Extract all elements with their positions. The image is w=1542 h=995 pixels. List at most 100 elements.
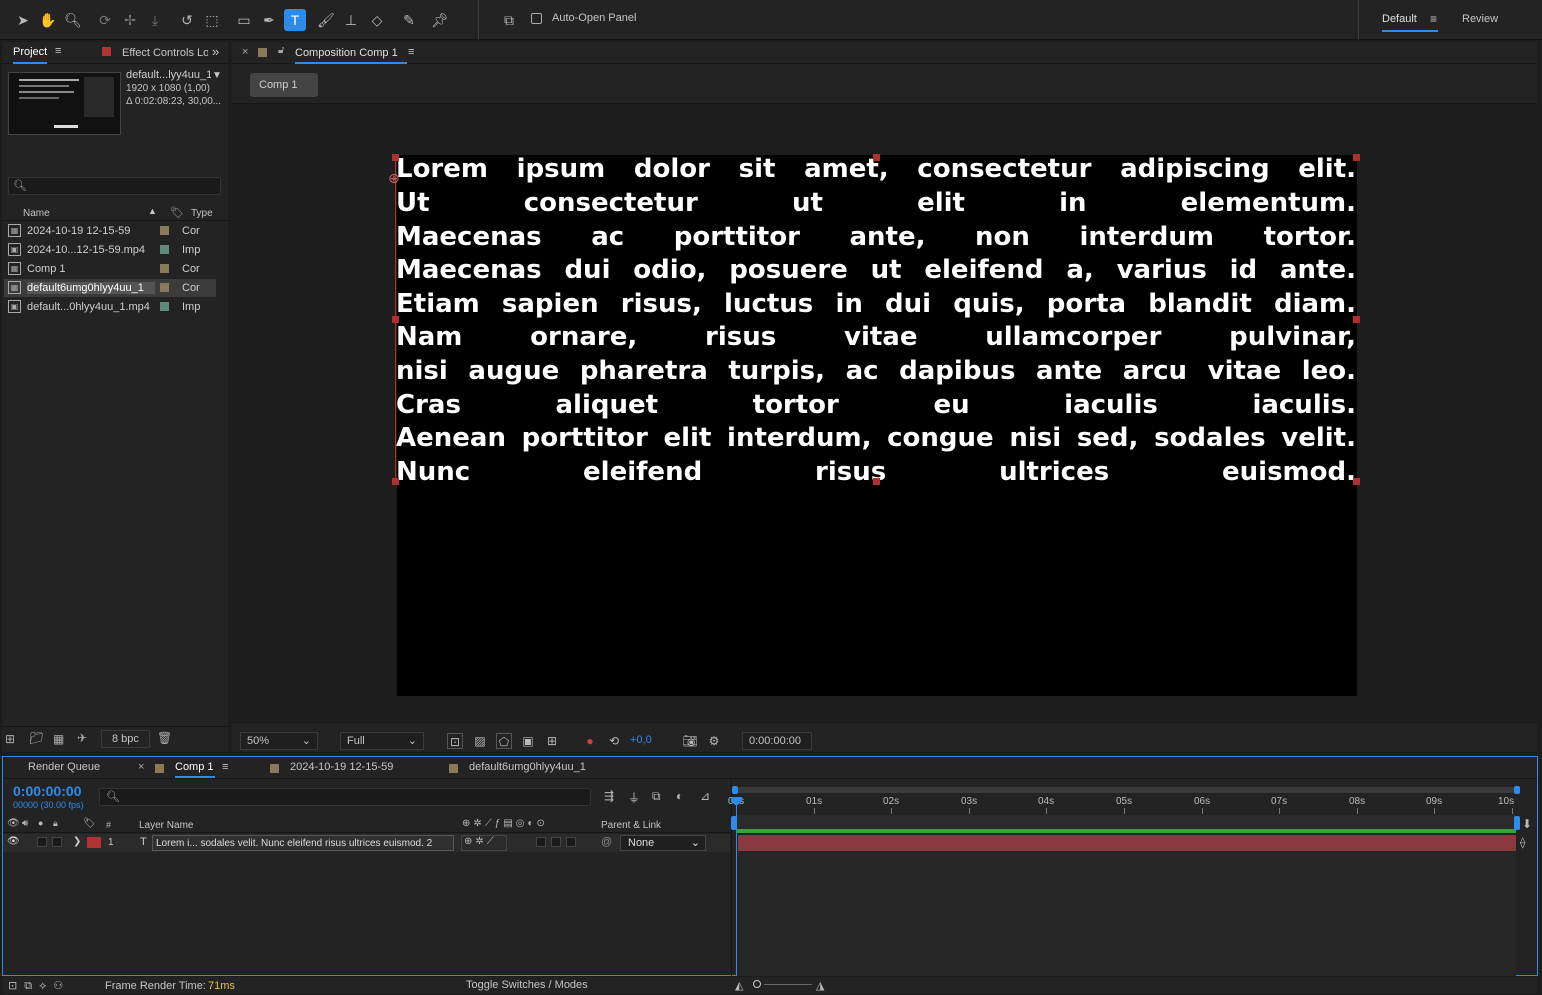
panel-options-icon[interactable]: ⧉ <box>498 9 520 31</box>
current-time-indicator[interactable] <box>736 800 737 976</box>
frame-blending-icon[interactable]: ◐ <box>676 789 683 803</box>
rectangle-tool-icon[interactable]: ▭ <box>233 9 255 31</box>
viewer-timecode[interactable]: 0:00:00:00 <box>742 732 812 750</box>
layer-switch-box[interactable] <box>551 837 561 847</box>
reset-exposure-icon[interactable]: ⟲ <box>606 733 622 749</box>
breadcrumb-comp1[interactable]: Comp 1 <box>250 73 318 97</box>
resolution-dropdown[interactable]: Full ⌄ <box>340 732 424 750</box>
layer-duration-bar[interactable] <box>738 835 1516 851</box>
transform-handle[interactable] <box>392 154 399 161</box>
new-composition-icon[interactable]: ▦ <box>53 732 64 746</box>
fast-previews-icon[interactable]: ⊡ <box>447 733 463 749</box>
tab-project[interactable]: Project <box>13 46 47 58</box>
timeline-search-input[interactable]: 🔍︎ <box>99 788 591 806</box>
zoom-slider-thumb[interactable] <box>753 980 761 988</box>
comp-marker-bin-icon[interactable]: ⬇ <box>1522 817 1532 831</box>
workspace-review[interactable]: Review <box>1462 13 1498 25</box>
audio-icon[interactable]: 🔊︎ <box>22 818 28 829</box>
transform-handle[interactable] <box>1353 154 1360 161</box>
layer-expand-chevron-icon[interactable]: ❯ <box>73 836 81 847</box>
list-item[interactable]: ▣ default...0hlyy4uu_1.mp4 Imp <box>4 298 216 316</box>
status-toggle-icons[interactable]: ⊡⧉⟡⚇ <box>8 979 70 993</box>
comp-mini-flowchart-icon[interactable]: ⇶ <box>604 789 614 803</box>
col-name-header[interactable]: Name <box>23 208 50 219</box>
transform-handle[interactable] <box>1353 316 1360 323</box>
selection-tool-icon[interactable]: ➤ <box>12 9 34 31</box>
bit-depth-button[interactable]: 8 bpc <box>101 730 150 748</box>
layer-end-icon[interactable]: ⟠ <box>1520 836 1525 849</box>
solo-icon[interactable]: ● <box>38 818 43 828</box>
orbit-camera-icon[interactable]: ⟳ <box>94 9 116 31</box>
layer-switch-box[interactable] <box>536 837 546 847</box>
layer-name-field[interactable]: Lorem i... sodales velit. Nunc eleifend … <box>152 835 454 851</box>
timeline-menu-icon[interactable]: ≡ <box>222 761 228 773</box>
layer-label-color[interactable] <box>87 837 101 848</box>
eraser-tool-icon[interactable]: ◇ <box>366 9 388 31</box>
auto-open-checkbox[interactable] <box>531 13 542 24</box>
pan-behind-tool-icon[interactable]: ⬚ <box>201 9 223 31</box>
panel-overflow-icon[interactable]: » <box>212 44 219 59</box>
mask-visibility-icon[interactable]: ⬠ <box>496 733 512 749</box>
type-tool-icon[interactable]: T <box>284 9 306 31</box>
grid-guides-icon[interactable]: ⊞ <box>544 733 560 749</box>
project-menu-icon[interactable]: ≡ <box>55 45 61 57</box>
work-area-bar[interactable] <box>736 829 1516 833</box>
col-type-header[interactable]: Type <box>191 208 213 219</box>
zoom-slider-track[interactable] <box>764 984 812 985</box>
graph-editor-icon[interactable]: ⊿ <box>700 789 710 803</box>
layer-lock-box[interactable] <box>52 837 62 847</box>
shy-layers-icon[interactable]: ⧉ <box>652 789 661 804</box>
sort-ascending-icon[interactable]: ▲ <box>148 206 157 216</box>
pen-tool-icon[interactable]: ✒ <box>258 9 280 31</box>
current-time-display[interactable]: 0:00:00:00 <box>13 783 82 799</box>
zoom-in-icon[interactable]: ◮ <box>816 979 824 992</box>
anchor-point-icon[interactable]: ⊕ <box>388 171 400 185</box>
tab-render-queue[interactable]: Render Queue <box>28 761 100 773</box>
close-tab-icon[interactable]: × <box>242 46 248 58</box>
tab-composition[interactable]: Composition Comp 1 <box>295 47 398 59</box>
lock-icon[interactable]: 🔒︎ <box>53 818 58 829</box>
transform-handle[interactable] <box>1353 478 1360 485</box>
toggle-switches-modes-button[interactable]: Toggle Switches / Modes <box>466 979 588 991</box>
video-visibility-icon[interactable]: 👁︎ <box>7 818 20 829</box>
list-item[interactable]: ▦ Comp 1 Cor <box>4 260 216 278</box>
transparency-grid-icon[interactable]: ▨ <box>472 733 488 749</box>
pick-whip-icon[interactable]: @ <box>601 836 612 848</box>
transform-handle[interactable] <box>873 478 880 485</box>
transform-handle[interactable] <box>392 478 399 485</box>
list-item[interactable]: ▦ 2024-10-19 12-15-59 Cor <box>4 222 216 240</box>
close-tab-icon[interactable]: × <box>138 761 144 773</box>
label-tag-icon[interactable]: 🏷︎ <box>83 818 96 829</box>
delete-trash-icon[interactable]: 🗑︎ <box>157 731 172 745</box>
show-snapshot-icon[interactable]: ⚙ <box>706 733 722 749</box>
time-navigator[interactable] <box>736 787 1516 793</box>
exposure-value[interactable]: +0,0 <box>630 734 652 746</box>
draft-3d-icon[interactable]: ⏚ <box>628 789 640 806</box>
layer-switches[interactable]: ⊕✲⟋ <box>461 835 507 851</box>
pan-camera-icon[interactable]: ✢ <box>119 9 141 31</box>
puppet-pin-tool-icon[interactable]: 📌︎ <box>429 9 451 31</box>
tab-timeline-comp1[interactable]: Comp 1 <box>175 761 214 773</box>
navigator-end-handle[interactable] <box>1514 786 1520 794</box>
workspace-menu-icon[interactable]: ≡ <box>1430 12 1437 26</box>
new-folder-icon[interactable]: 📁︎ <box>29 731 44 745</box>
transform-handle[interactable] <box>873 154 880 161</box>
list-item[interactable]: ▣ 2024-10...12-15-59.mp4 Imp <box>4 241 216 259</box>
workspace-default[interactable]: Default <box>1382 13 1417 25</box>
work-area-end-handle[interactable] <box>1514 816 1520 830</box>
parent-dropdown[interactable]: None ⌄ <box>620 835 706 851</box>
layer-switch-box[interactable] <box>566 837 576 847</box>
lock-icon[interactable]: 🔓︎ <box>278 45 284 56</box>
list-item-selected[interactable]: ▦ default6umg0hlyy4uu_1 Cor <box>4 279 216 297</box>
zoom-tool-icon[interactable]: 🔍︎ <box>62 9 84 31</box>
col-layer-name[interactable]: Layer Name <box>139 820 193 831</box>
brush-tool-icon[interactable]: 🖌︎ <box>315 9 337 31</box>
snapshot-camera-icon[interactable]: 📷︎ <box>682 733 698 749</box>
rotation-tool-icon[interactable]: ↺ <box>176 9 198 31</box>
layer-visibility-icon[interactable]: 👁︎ <box>7 836 20 847</box>
time-ruler[interactable]: 00s01s02s03s04s05s06s07s08s09s10s <box>728 795 1516 815</box>
navigator-start-handle[interactable] <box>732 786 738 794</box>
roto-brush-tool-icon[interactable]: ✎ <box>398 9 420 31</box>
label-tag-icon[interactable]: 🏷︎ <box>170 206 184 219</box>
composition-menu-icon[interactable]: ≡ <box>408 46 414 58</box>
